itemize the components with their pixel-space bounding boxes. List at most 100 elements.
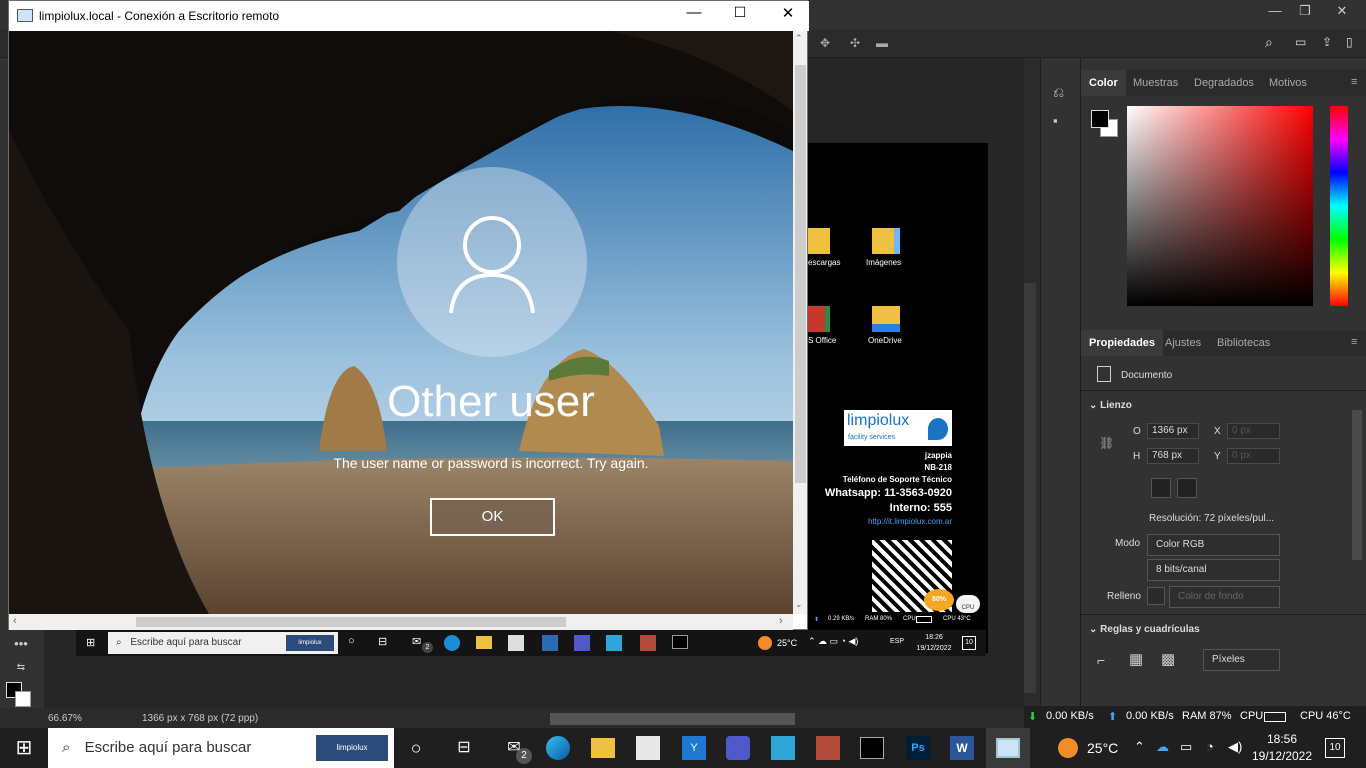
remote-start-icon[interactable]: ⊞ — [86, 636, 95, 649]
remote-teams-icon[interactable] — [574, 635, 590, 651]
tab-bibliotecas[interactable]: Bibliotecas — [1209, 330, 1278, 356]
remote-clock[interactable]: 18:26 19/12/2022 — [911, 632, 957, 654]
remote-search-box[interactable]: ⌕ Escribe aquí para buscar limpiolux — [108, 632, 338, 654]
word-icon[interactable]: W — [950, 736, 974, 760]
remote-store-icon[interactable] — [508, 635, 524, 651]
landscape-icon[interactable] — [1177, 478, 1197, 498]
start-icon[interactable]: ⊞ — [8, 734, 40, 762]
comments-icon[interactable]: ▪ — [1053, 113, 1058, 128]
weather-temp[interactable]: 25°C — [1087, 740, 1118, 756]
rdp-taskbar-button[interactable] — [986, 728, 1030, 768]
width-field[interactable]: 1366 px — [1147, 423, 1199, 439]
camera-icon[interactable]: ▬ — [876, 36, 888, 50]
fill-select[interactable]: Color de fondo — [1169, 586, 1280, 608]
task-view-icon[interactable]: ⊟ — [448, 734, 480, 762]
x-field[interactable]: 0 px — [1227, 423, 1280, 439]
tab-propiedades[interactable]: Propiedades — [1081, 330, 1164, 356]
rotate-view-icon[interactable]: ✥ — [820, 36, 830, 50]
portrait-icon[interactable] — [1151, 478, 1171, 498]
guides-icon[interactable]: ▩ — [1161, 650, 1175, 668]
remote-temp[interactable]: 25°C — [777, 638, 797, 648]
height-field[interactable]: 768 px — [1147, 448, 1199, 464]
teams-icon[interactable] — [726, 736, 750, 760]
remote-notification-badge[interactable]: 10 — [962, 636, 976, 650]
search-box[interactable]: ⌕ Escribe aquí para buscar limpiolux — [48, 728, 394, 768]
panel-menu-icon[interactable]: ≡ — [1351, 76, 1357, 88]
tab-ajustes[interactable]: Ajustes — [1157, 330, 1209, 356]
hue-slider[interactable] — [1330, 106, 1348, 306]
remote-app-icon[interactable] — [771, 736, 795, 760]
store-icon[interactable] — [636, 736, 660, 760]
remote-cortana-icon[interactable]: ○ — [348, 635, 355, 647]
rdp-title-bar[interactable]: limpiolux.local - Conexión a Escritorio … — [9, 1, 809, 31]
lienzo-section[interactable]: ⌄ Lienzo — [1089, 400, 1132, 411]
rdp-vertical-scrollbar[interactable]: ⌃ ⌄ — [793, 31, 807, 614]
scroll-down-icon[interactable]: ⌄ — [795, 599, 803, 610]
close-icon[interactable]: ✕ — [1322, 0, 1362, 22]
link-icon[interactable]: ⛓ — [1099, 436, 1114, 450]
background-color-swatch[interactable] — [15, 691, 31, 707]
scroll-right-icon[interactable]: › — [779, 615, 783, 627]
swap-colors-icon[interactable]: ⇆ — [8, 662, 34, 682]
rdp-close-icon[interactable]: ✕ — [773, 4, 803, 28]
grid-icon[interactable]: ▦ — [1129, 650, 1143, 668]
file-explorer-icon[interactable] — [591, 738, 615, 758]
bits-select[interactable]: 8 bits/canal — [1147, 559, 1280, 581]
scroll-left-icon[interactable]: ‹ — [13, 615, 17, 627]
props-scrollbar[interactable] — [1352, 410, 1362, 560]
package-icon[interactable] — [816, 736, 840, 760]
y-field[interactable]: 0 px — [1227, 448, 1280, 464]
remote-terminal-icon[interactable] — [672, 635, 688, 649]
units-select[interactable]: Píxeles — [1203, 649, 1280, 671]
rdp-maximize-icon[interactable]: ☐ — [725, 4, 755, 28]
horizontal-scrollbar[interactable] — [550, 713, 795, 725]
workspace-icon[interactable]: ▭ — [1295, 35, 1306, 49]
weather-icon[interactable] — [1058, 738, 1078, 758]
tab-muestras[interactable]: Muestras — [1125, 70, 1186, 96]
rulers-section[interactable]: ⌄ Reglas y cuadrículas — [1089, 624, 1200, 635]
move-3d-icon[interactable]: ✣ — [850, 36, 860, 50]
wifi-icon[interactable]: ◔ — [1206, 739, 1214, 754]
remote-app2-icon[interactable] — [606, 635, 622, 651]
onedrive-folder-icon[interactable] — [872, 306, 900, 332]
rdp-hscroll-thumb[interactable] — [136, 617, 566, 627]
remote-lang[interactable]: ESP — [890, 638, 904, 645]
restore-icon[interactable]: ❐ — [1290, 0, 1320, 22]
ok-button[interactable]: OK — [430, 498, 555, 536]
volume-icon[interactable]: ◀) — [1228, 739, 1242, 755]
battery-icon[interactable]: ▭ — [1180, 739, 1192, 755]
tab-degradados[interactable]: Degradados — [1186, 70, 1262, 96]
tab-motivos[interactable]: Motivos — [1261, 70, 1315, 96]
remote-app3-icon[interactable] — [640, 635, 656, 651]
app-y-icon[interactable]: Y — [682, 736, 706, 760]
tab-color[interactable]: Color — [1081, 70, 1126, 96]
cortana-icon[interactable]: ○ — [400, 734, 432, 762]
onedrive-icon[interactable]: ☁ — [1156, 739, 1169, 755]
remote-tray-icons[interactable]: ⌃ ☁ ▭ ◔ ◀) — [808, 636, 858, 647]
remote-explorer-icon[interactable] — [476, 636, 492, 649]
edge-icon[interactable] — [546, 736, 570, 760]
document-info[interactable]: 1366 px x 768 px (72 ppp) — [142, 713, 258, 724]
remote-mail-icon[interactable]: ✉ — [412, 635, 421, 648]
ruler-icon[interactable]: ⌐ — [1097, 652, 1105, 668]
remote-edge-icon[interactable] — [444, 635, 460, 651]
rdp-vscroll-thumb[interactable] — [795, 65, 806, 483]
info-url[interactable]: http://it.limpiolux.com.ar — [808, 516, 952, 528]
mode-select[interactable]: Color RGB — [1147, 534, 1280, 556]
office-folder-icon[interactable] — [808, 306, 830, 332]
notification-icon[interactable]: 10 — [1325, 738, 1345, 758]
scroll-up-icon[interactable]: ⌃ — [795, 33, 803, 44]
search-icon[interactable]: ⌕ — [1265, 34, 1273, 51]
zoom-level[interactable]: 66.67% — [48, 713, 82, 724]
remote-app1-icon[interactable] — [542, 635, 558, 651]
panels-icon[interactable]: ▯ — [1346, 35, 1353, 49]
imagenes-folder-icon[interactable] — [872, 228, 900, 254]
fill-swatch[interactable] — [1147, 587, 1165, 605]
props-menu-icon[interactable]: ≡ — [1351, 336, 1357, 348]
share-icon[interactable]: ⇪ — [1322, 35, 1332, 49]
tray-chevron-icon[interactable]: ⌃ — [1134, 739, 1145, 755]
color-picker-field[interactable] — [1127, 106, 1313, 306]
photoshop-icon[interactable]: Ps — [906, 736, 930, 760]
descargas-folder-icon[interactable] — [808, 228, 830, 254]
remote-taskview-icon[interactable]: ⊟ — [378, 635, 387, 648]
